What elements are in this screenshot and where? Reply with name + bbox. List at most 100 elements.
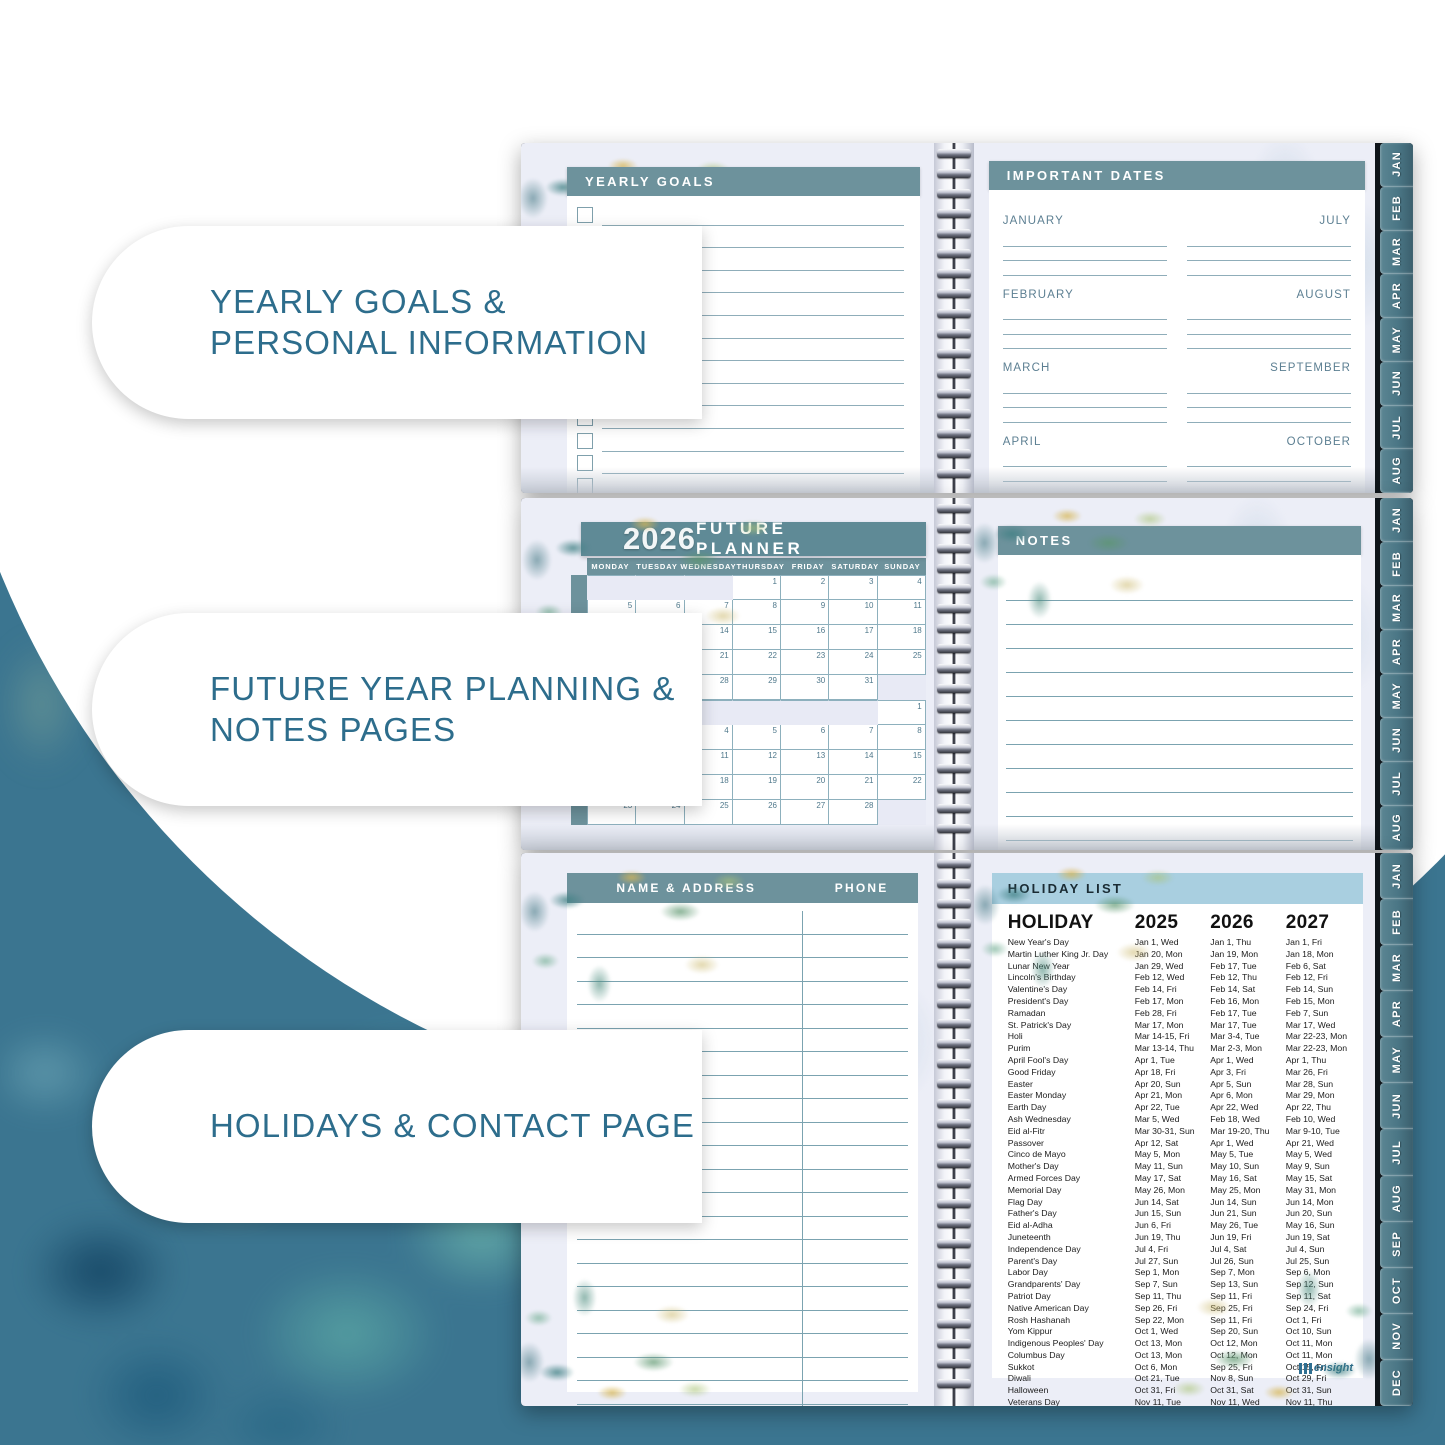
important-dates-write-line[interactable] bbox=[1002, 394, 1167, 408]
contact-name-cell[interactable] bbox=[577, 911, 802, 935]
contact-phone-cell[interactable] bbox=[801, 1052, 908, 1076]
contact-name-cell[interactable] bbox=[577, 982, 802, 1005]
calendar-day-cell[interactable]: 25 bbox=[877, 650, 926, 675]
calendar-day-cell[interactable]: 31 bbox=[829, 675, 878, 700]
notes-write-line[interactable] bbox=[1005, 601, 1353, 625]
month-tab-mar[interactable]: MAR bbox=[1380, 586, 1413, 630]
important-dates-write-line[interactable] bbox=[1002, 261, 1167, 276]
goal-write-line[interactable] bbox=[602, 435, 904, 452]
goal-checkbox[interactable] bbox=[577, 432, 593, 449]
important-dates-write-line[interactable] bbox=[1003, 482, 1167, 494]
calendar-day-cell[interactable]: 17 bbox=[829, 625, 878, 650]
contact-phone-cell[interactable] bbox=[801, 1099, 908, 1123]
calendar-day-cell[interactable] bbox=[732, 700, 781, 725]
notes-write-line[interactable] bbox=[1006, 841, 1353, 850]
contact-phone-cell[interactable] bbox=[801, 1028, 908, 1052]
important-dates-write-line[interactable] bbox=[1186, 467, 1352, 482]
calendar-day-cell[interactable]: 10 bbox=[829, 600, 878, 625]
month-tab-feb[interactable]: FEB bbox=[1380, 186, 1413, 231]
important-dates-write-line[interactable] bbox=[1186, 320, 1352, 335]
calendar-day-cell[interactable]: 24 bbox=[829, 650, 878, 675]
contact-phone-cell[interactable] bbox=[801, 1334, 908, 1358]
calendar-day-cell[interactable]: 6 bbox=[781, 725, 830, 750]
contact-phone-cell[interactable] bbox=[801, 911, 908, 935]
important-dates-write-line[interactable] bbox=[1002, 320, 1167, 335]
month-tab-jul[interactable]: JUL bbox=[1380, 1129, 1413, 1176]
important-dates-write-line[interactable] bbox=[1186, 379, 1352, 394]
contact-name-cell[interactable] bbox=[577, 1005, 802, 1029]
calendar-day-cell[interactable]: 12 bbox=[732, 750, 781, 775]
important-dates-write-line[interactable] bbox=[1002, 306, 1167, 320]
month-tab-apr[interactable]: APR bbox=[1380, 630, 1413, 674]
contact-phone-cell[interactable] bbox=[801, 1287, 908, 1311]
calendar-day-cell[interactable]: 20 bbox=[781, 775, 830, 800]
calendar-day-cell[interactable]: 22 bbox=[877, 775, 926, 800]
contact-phone-cell[interactable] bbox=[801, 958, 908, 982]
contact-name-cell[interactable] bbox=[577, 1405, 802, 1407]
important-dates-write-line[interactable] bbox=[1002, 379, 1167, 394]
important-dates-write-line[interactable] bbox=[1002, 335, 1167, 349]
notes-write-line[interactable] bbox=[1005, 769, 1353, 793]
important-dates-write-line[interactable] bbox=[1002, 408, 1167, 423]
contact-name-cell[interactable] bbox=[577, 1264, 802, 1287]
important-dates-write-line[interactable] bbox=[1186, 394, 1352, 408]
important-dates-write-line[interactable] bbox=[1002, 467, 1167, 482]
contact-phone-cell[interactable] bbox=[801, 1310, 908, 1334]
month-tab-jan[interactable]: JAN bbox=[1380, 498, 1413, 542]
calendar-day-cell[interactable] bbox=[684, 575, 733, 600]
notes-write-line[interactable] bbox=[1005, 625, 1353, 649]
contact-phone-cell[interactable] bbox=[801, 1005, 908, 1029]
calendar-day-cell[interactable]: 5 bbox=[732, 725, 781, 750]
important-dates-write-line[interactable] bbox=[1186, 408, 1352, 423]
contact-phone-cell[interactable] bbox=[801, 1263, 908, 1287]
notes-write-line[interactable] bbox=[1005, 745, 1353, 769]
important-dates-write-line[interactable] bbox=[1186, 261, 1352, 276]
month-tab-feb[interactable]: FEB bbox=[1380, 542, 1413, 586]
calendar-day-cell[interactable]: 8 bbox=[732, 600, 781, 625]
goal-checkbox[interactable] bbox=[577, 477, 593, 493]
important-dates-write-line[interactable] bbox=[1002, 247, 1167, 261]
month-tab-may[interactable]: MAY bbox=[1380, 318, 1413, 362]
month-tab-aug[interactable]: AUG bbox=[1380, 806, 1413, 850]
calendar-day-cell[interactable]: 30 bbox=[781, 675, 830, 700]
calendar-day-cell[interactable] bbox=[636, 575, 685, 600]
month-tab-aug[interactable]: AUG bbox=[1380, 449, 1413, 493]
goal-write-line[interactable] bbox=[602, 457, 904, 475]
calendar-day-cell[interactable] bbox=[781, 700, 830, 725]
calendar-day-cell[interactable]: 2 bbox=[781, 575, 830, 600]
calendar-day-cell[interactable] bbox=[877, 800, 926, 825]
important-dates-write-line[interactable] bbox=[1186, 232, 1352, 247]
calendar-day-cell[interactable]: 7 bbox=[829, 725, 878, 750]
month-tab-dec[interactable]: DEC bbox=[1380, 1359, 1413, 1406]
month-tab-jun[interactable]: JUN bbox=[1380, 718, 1413, 762]
month-tab-aug[interactable]: AUG bbox=[1380, 1175, 1413, 1222]
contact-name-cell[interactable] bbox=[577, 1311, 802, 1334]
month-tab-strip[interactable]: JAN FEB MAR APR MAY JUN JUL AUG bbox=[1375, 143, 1413, 493]
calendar-day-cell[interactable]: 11 bbox=[877, 600, 926, 625]
calendar-day-cell[interactable]: 4 bbox=[877, 575, 926, 600]
contact-name-cell[interactable] bbox=[577, 958, 802, 982]
month-tab-apr[interactable]: APR bbox=[1380, 274, 1413, 318]
calendar-day-cell[interactable]: 15 bbox=[877, 750, 926, 775]
month-tab-jul[interactable]: JUL bbox=[1380, 762, 1413, 806]
calendar-day-cell[interactable]: 16 bbox=[781, 625, 830, 650]
important-dates-write-line[interactable] bbox=[1002, 453, 1167, 467]
calendar-day-cell[interactable]: 9 bbox=[781, 600, 830, 625]
month-tab-jul[interactable]: JUL bbox=[1380, 405, 1413, 450]
calendar-day-cell[interactable]: 15 bbox=[732, 625, 781, 650]
contact-phone-cell[interactable] bbox=[801, 1240, 908, 1264]
notes-write-line[interactable] bbox=[1005, 697, 1353, 721]
month-tab-jun[interactable]: JUN bbox=[1380, 1083, 1413, 1130]
contact-phone-cell[interactable] bbox=[801, 1404, 908, 1406]
contact-phone-cell[interactable] bbox=[801, 1146, 908, 1170]
important-dates-write-line[interactable] bbox=[1186, 306, 1352, 320]
important-dates-write-line[interactable] bbox=[1186, 335, 1352, 349]
month-tab-oct[interactable]: OCT bbox=[1380, 1267, 1413, 1314]
contact-name-cell[interactable] bbox=[577, 1287, 802, 1311]
contact-name-cell[interactable] bbox=[577, 1381, 802, 1405]
month-tab-may[interactable]: MAY bbox=[1380, 1037, 1413, 1084]
goal-write-line[interactable] bbox=[602, 480, 904, 493]
month-tab-mar[interactable]: MAR bbox=[1380, 945, 1413, 992]
calendar-day-cell[interactable]: 26 bbox=[732, 800, 781, 825]
notes-write-line[interactable] bbox=[1005, 673, 1353, 697]
